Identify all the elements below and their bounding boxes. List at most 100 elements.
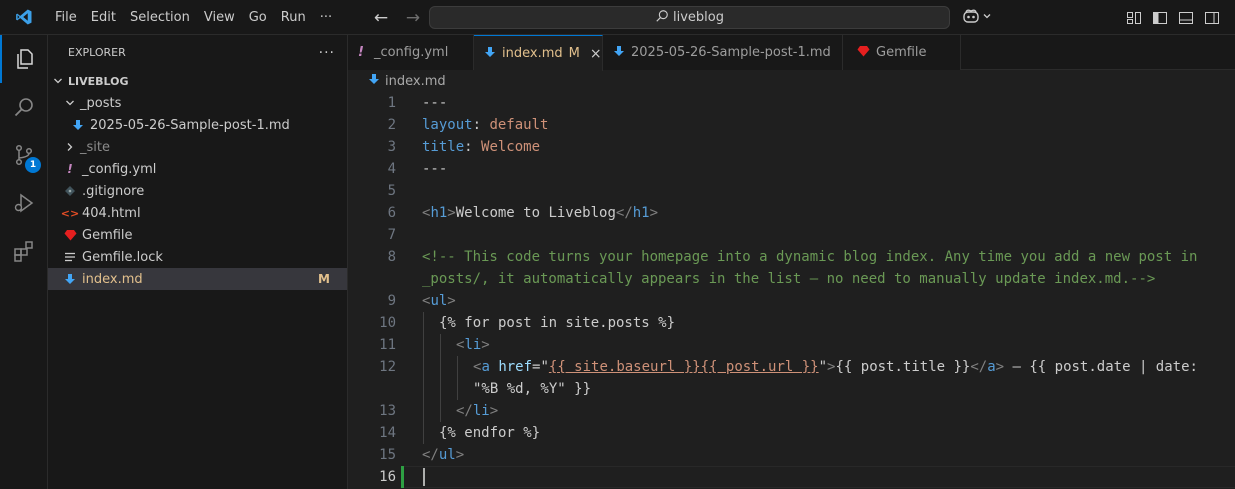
code-token: layout (422, 117, 473, 133)
menu-run[interactable]: Run (274, 0, 313, 35)
markdown-file-icon (613, 45, 625, 61)
code-token: Welcome (481, 139, 541, 155)
tab-modified-badge: M (568, 46, 580, 61)
code-token: {% endfor %} (439, 425, 541, 441)
code-token: href (498, 359, 533, 375)
close-icon[interactable]: × (590, 46, 602, 62)
tree-item-label: 404.html (82, 205, 141, 221)
tree-item-sample-post[interactable]: 2025-05-26-Sample-post-1.md (48, 114, 347, 136)
tree-item-label: .gitignore (82, 183, 145, 199)
menu-more[interactable]: ··· (313, 0, 339, 35)
tree-item-label: Gemfile.lock (82, 249, 163, 265)
code-token: h1 (430, 205, 448, 221)
code-token: li (472, 403, 490, 419)
tree-item-label: 2025-05-26-Sample-post-1.md (90, 117, 290, 133)
menu-bar: File Edit Selection View Go Run ··· (48, 0, 339, 35)
explorer-sidebar: EXPLORER ··· LIVEBLOG _posts 2025-05-26-… (48, 35, 348, 489)
code-line: 6 <h1>Welcome to Liveblog</h1> (348, 202, 1235, 224)
code-line: 1 --- (348, 92, 1235, 114)
code-token: : (472, 117, 490, 133)
toggle-primary-sidebar-icon[interactable] (1151, 9, 1169, 27)
tab-config-yml[interactable]: ! _config.yml (348, 35, 474, 70)
tree-item-label: Gemfile (82, 227, 133, 243)
tree-root-liveblog[interactable]: LIVEBLOG (48, 70, 347, 92)
run-debug-icon[interactable] (0, 179, 48, 227)
forward-arrow-icon[interactable]: → (402, 7, 424, 29)
editor-tabs: ! _config.yml index.md M × 2025-05-26-Sa… (348, 35, 1235, 71)
code-token: default (489, 117, 549, 133)
code-token: ul (430, 293, 448, 309)
menu-view[interactable]: View (197, 0, 242, 35)
ruby-file-icon (62, 227, 78, 243)
copilot-icon (962, 8, 980, 28)
code-line: 14 {% endfor %} (348, 422, 1235, 444)
line-number: 1 (387, 95, 396, 111)
git-modified-badge: M (318, 272, 330, 286)
code-line: 4 --- (348, 158, 1235, 180)
code-line: 13 </li> (348, 400, 1235, 422)
copilot-button[interactable] (962, 6, 992, 29)
menu-file[interactable]: File (48, 0, 84, 35)
code-link[interactable]: {{ site.baseurl }}{{ post.url }} (549, 359, 819, 375)
customize-layout-icon[interactable] (1125, 9, 1143, 27)
breadcrumb[interactable]: index.md (348, 70, 1235, 92)
tree-item-index[interactable]: index.md M (48, 268, 347, 290)
code-line: 10 {% for post in site.posts %} (348, 312, 1235, 334)
code-editor[interactable]: 1 --- 2 layout: default 3 title: Welcome 4 -… (348, 92, 1235, 488)
chevron-down-icon (982, 10, 992, 25)
code-token: title (422, 139, 465, 155)
tree-item-404[interactable]: <> 404.html (48, 202, 347, 224)
git-added-marker (401, 466, 404, 488)
extensions-icon[interactable] (0, 227, 48, 275)
tree-item-label: _posts (80, 95, 122, 111)
line-number: 6 (387, 205, 396, 221)
tree-item-site[interactable]: _site (48, 136, 347, 158)
tree-item-label: _site (80, 139, 110, 155)
line-number: 10 (379, 315, 396, 331)
line-number: 8 (387, 249, 396, 265)
search-icon (655, 9, 669, 27)
lock-file-icon (62, 249, 78, 265)
tree-item-gitignore[interactable]: .gitignore (48, 180, 347, 202)
vscode-logo-icon[interactable] (0, 0, 48, 35)
tab-index-md[interactable]: index.md M × (474, 35, 603, 71)
code-token: ul (438, 447, 456, 463)
code-token: — {{ post.date | date: (1004, 359, 1198, 375)
back-arrow-icon[interactable]: ← (370, 7, 392, 29)
command-center[interactable]: liveblog (429, 6, 950, 29)
tree-root-label: LIVEBLOG (68, 74, 129, 88)
chevron-down-icon (62, 98, 78, 108)
tab-sample-post[interactable]: 2025-05-26-Sample-post-1.md (603, 35, 843, 70)
tab-gemfile[interactable]: Gemfile (843, 35, 961, 70)
code-line: 7 (348, 224, 1235, 246)
explorer-more-actions[interactable]: ··· (319, 45, 335, 61)
line-number: 4 (387, 161, 396, 177)
markdown-file-icon (484, 46, 496, 62)
code-token: --- (422, 95, 448, 111)
code-line: 8 <!-- This code turns your homepage into… (348, 246, 1235, 268)
editor-area: ! _config.yml index.md M × 2025-05-26-Sa… (348, 35, 1235, 489)
line-number: 5 (387, 183, 396, 199)
code-token: h1 (632, 205, 650, 221)
tree-item-label: index.md (82, 271, 143, 287)
line-number: 15 (379, 447, 396, 463)
code-line-wrapped: "%B %d, %Y" }} (348, 378, 1235, 400)
tree-item-posts[interactable]: _posts (48, 92, 347, 114)
tree-item-gemfile[interactable]: Gemfile (48, 224, 347, 246)
toggle-secondary-sidebar-icon[interactable] (1203, 9, 1221, 27)
menu-go[interactable]: Go (242, 0, 274, 35)
source-control-icon[interactable]: 1 (0, 131, 48, 179)
breadcrumb-file: index.md (385, 73, 446, 89)
tree-item-config[interactable]: ! _config.yml (48, 158, 347, 180)
tab-label: index.md (502, 46, 563, 61)
markdown-file-icon (368, 73, 380, 89)
line-number: 7 (387, 227, 396, 243)
tree-item-gemfile-lock[interactable]: Gemfile.lock (48, 246, 347, 268)
line-number: 16 (379, 469, 396, 485)
menu-edit[interactable]: Edit (84, 0, 123, 35)
toggle-panel-icon[interactable] (1177, 9, 1195, 27)
chevron-down-icon (50, 76, 66, 86)
explorer-icon[interactable] (0, 35, 48, 83)
search-view-icon[interactable] (0, 83, 48, 131)
menu-selection[interactable]: Selection (123, 0, 197, 35)
